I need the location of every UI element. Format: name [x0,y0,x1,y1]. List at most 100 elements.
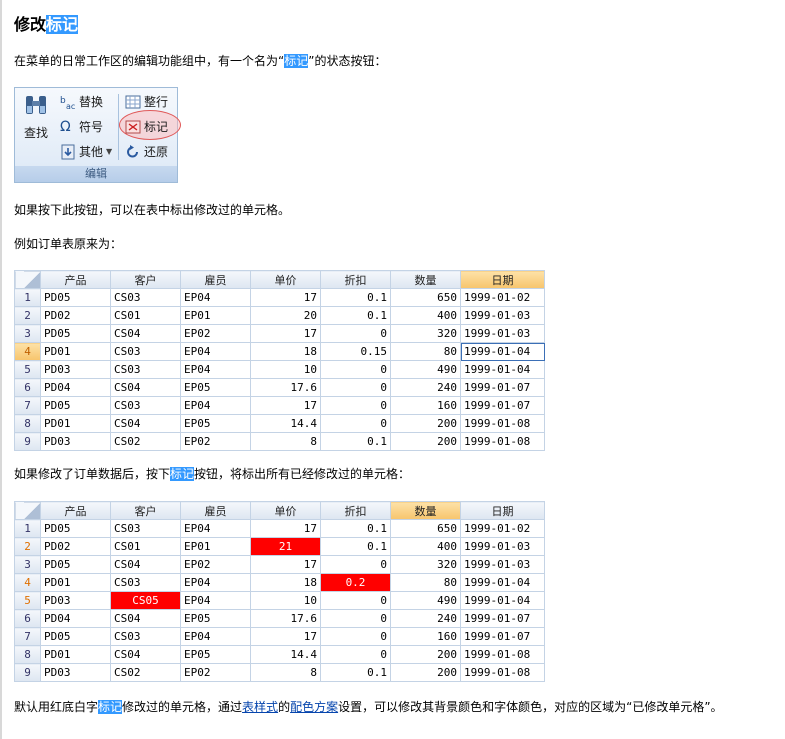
cell-discount[interactable]: 0 [320,645,391,664]
cell-quantity[interactable]: 320 [390,555,461,574]
row-number[interactable]: 6 [14,378,41,397]
row-number[interactable]: 2 [14,306,41,325]
cell-date[interactable]: 1999-01-08 [460,414,545,433]
cell-product[interactable]: PD01 [40,645,111,664]
cell-date[interactable]: 1999-01-07 [460,627,545,646]
cell-discount[interactable]: 0.1 [320,519,391,538]
col-header-date[interactable]: 日期 [460,501,545,520]
cell-customer[interactable]: CS01 [110,306,181,325]
cell-price[interactable]: 18 [250,573,321,592]
symbol-button[interactable]: Ω 符号 [60,118,103,135]
row-number[interactable]: 7 [14,396,41,415]
col-header-quantity[interactable]: 数量 [390,501,461,520]
cell-price[interactable]: 18 [250,342,321,361]
cell-price[interactable]: 14.4 [250,414,321,433]
cell-price[interactable]: 17 [250,555,321,574]
row-number[interactable]: 3 [14,555,41,574]
cell-customer[interactable]: CS03 [110,396,181,415]
replace-button[interactable]: b ac 替换 [60,93,103,111]
cell-price[interactable]: 14.4 [250,645,321,664]
find-button[interactable]: 查找 [23,94,49,141]
cell-date[interactable]: 1999-01-04 [460,573,545,592]
cell-price[interactable]: 17 [250,288,321,307]
cell-employee[interactable]: EP04 [180,342,251,361]
row-number[interactable]: 1 [14,519,41,538]
cell-discount[interactable]: 0.1 [320,663,391,682]
cell-quantity[interactable]: 400 [390,537,461,556]
cell-price[interactable]: 21 [250,537,321,556]
cell-customer[interactable]: CS05 [110,591,181,610]
cell-quantity[interactable]: 160 [390,627,461,646]
cell-quantity[interactable]: 650 [390,288,461,307]
col-header-discount[interactable]: 折扣 [320,270,391,289]
cell-customer[interactable]: CS04 [110,378,181,397]
cell-price[interactable]: 17 [250,519,321,538]
cell-employee[interactable]: EP05 [180,378,251,397]
cell-employee[interactable]: EP04 [180,396,251,415]
cell-date[interactable]: 1999-01-08 [460,432,545,451]
cell-price[interactable]: 17 [250,396,321,415]
row-number[interactable]: 9 [14,663,41,682]
cell-customer[interactable]: CS02 [110,432,181,451]
cell-customer[interactable]: CS04 [110,414,181,433]
cell-employee[interactable]: EP05 [180,609,251,628]
table-style-link[interactable]: 表样式 [242,700,278,714]
cell-product[interactable]: PD04 [40,609,111,628]
col-header-product[interactable]: 产品 [40,501,111,520]
cell-date[interactable]: 1999-01-07 [460,609,545,628]
col-header-customer[interactable]: 客户 [110,270,181,289]
cell-date[interactable]: 1999-01-03 [460,537,545,556]
col-header-price[interactable]: 单价 [250,270,321,289]
cell-product[interactable]: PD03 [40,360,111,379]
cell-quantity[interactable]: 160 [390,396,461,415]
cell-price[interactable]: 20 [250,306,321,325]
cell-price[interactable]: 17 [250,324,321,343]
cell-customer[interactable]: CS03 [110,342,181,361]
cell-discount[interactable]: 0.2 [320,573,391,592]
cell-employee[interactable]: EP04 [180,519,251,538]
cell-customer[interactable]: CS03 [110,519,181,538]
cell-customer[interactable]: CS03 [110,573,181,592]
cell-price[interactable]: 8 [250,663,321,682]
cell-discount[interactable]: 0.15 [320,342,391,361]
cell-customer[interactable]: CS04 [110,324,181,343]
cell-product[interactable]: PD05 [40,396,111,415]
cell-date[interactable]: 1999-01-08 [460,663,545,682]
cell-price[interactable]: 17.6 [250,609,321,628]
cell-date[interactable]: 1999-01-07 [460,378,545,397]
col-header-customer[interactable]: 客户 [110,501,181,520]
col-header-date[interactable]: 日期 [460,270,545,289]
cell-discount[interactable]: 0 [320,396,391,415]
row-number[interactable]: 9 [14,432,41,451]
cell-product[interactable]: PD05 [40,555,111,574]
cell-quantity[interactable]: 320 [390,324,461,343]
full-row-button[interactable]: 整行 [125,93,168,110]
cell-product[interactable]: PD01 [40,414,111,433]
col-header-discount[interactable]: 折扣 [320,501,391,520]
row-number[interactable]: 6 [14,609,41,628]
cell-product[interactable]: PD05 [40,324,111,343]
cell-discount[interactable]: 0 [320,591,391,610]
cell-product[interactable]: PD05 [40,519,111,538]
other-dropdown[interactable]: 其他 ▼ [60,143,112,160]
col-header-employee[interactable]: 雇员 [180,501,251,520]
corner-cell[interactable] [14,270,41,289]
col-header-product[interactable]: 产品 [40,270,111,289]
cell-customer[interactable]: CS02 [110,663,181,682]
row-number[interactable]: 8 [14,645,41,664]
row-number[interactable]: 7 [14,627,41,646]
color-scheme-link[interactable]: 配色方案 [290,700,338,714]
cell-date[interactable]: 1999-01-04 [460,342,545,361]
cell-product[interactable]: PD02 [40,306,111,325]
cell-price[interactable]: 8 [250,432,321,451]
cell-date[interactable]: 1999-01-08 [460,645,545,664]
cell-quantity[interactable]: 200 [390,432,461,451]
row-number[interactable]: 5 [14,591,41,610]
cell-quantity[interactable]: 240 [390,378,461,397]
cell-employee[interactable]: EP01 [180,537,251,556]
cell-product[interactable]: PD01 [40,342,111,361]
cell-date[interactable]: 1999-01-03 [460,324,545,343]
col-header-quantity[interactable]: 数量 [390,270,461,289]
row-number[interactable]: 5 [14,360,41,379]
cell-date[interactable]: 1999-01-03 [460,306,545,325]
